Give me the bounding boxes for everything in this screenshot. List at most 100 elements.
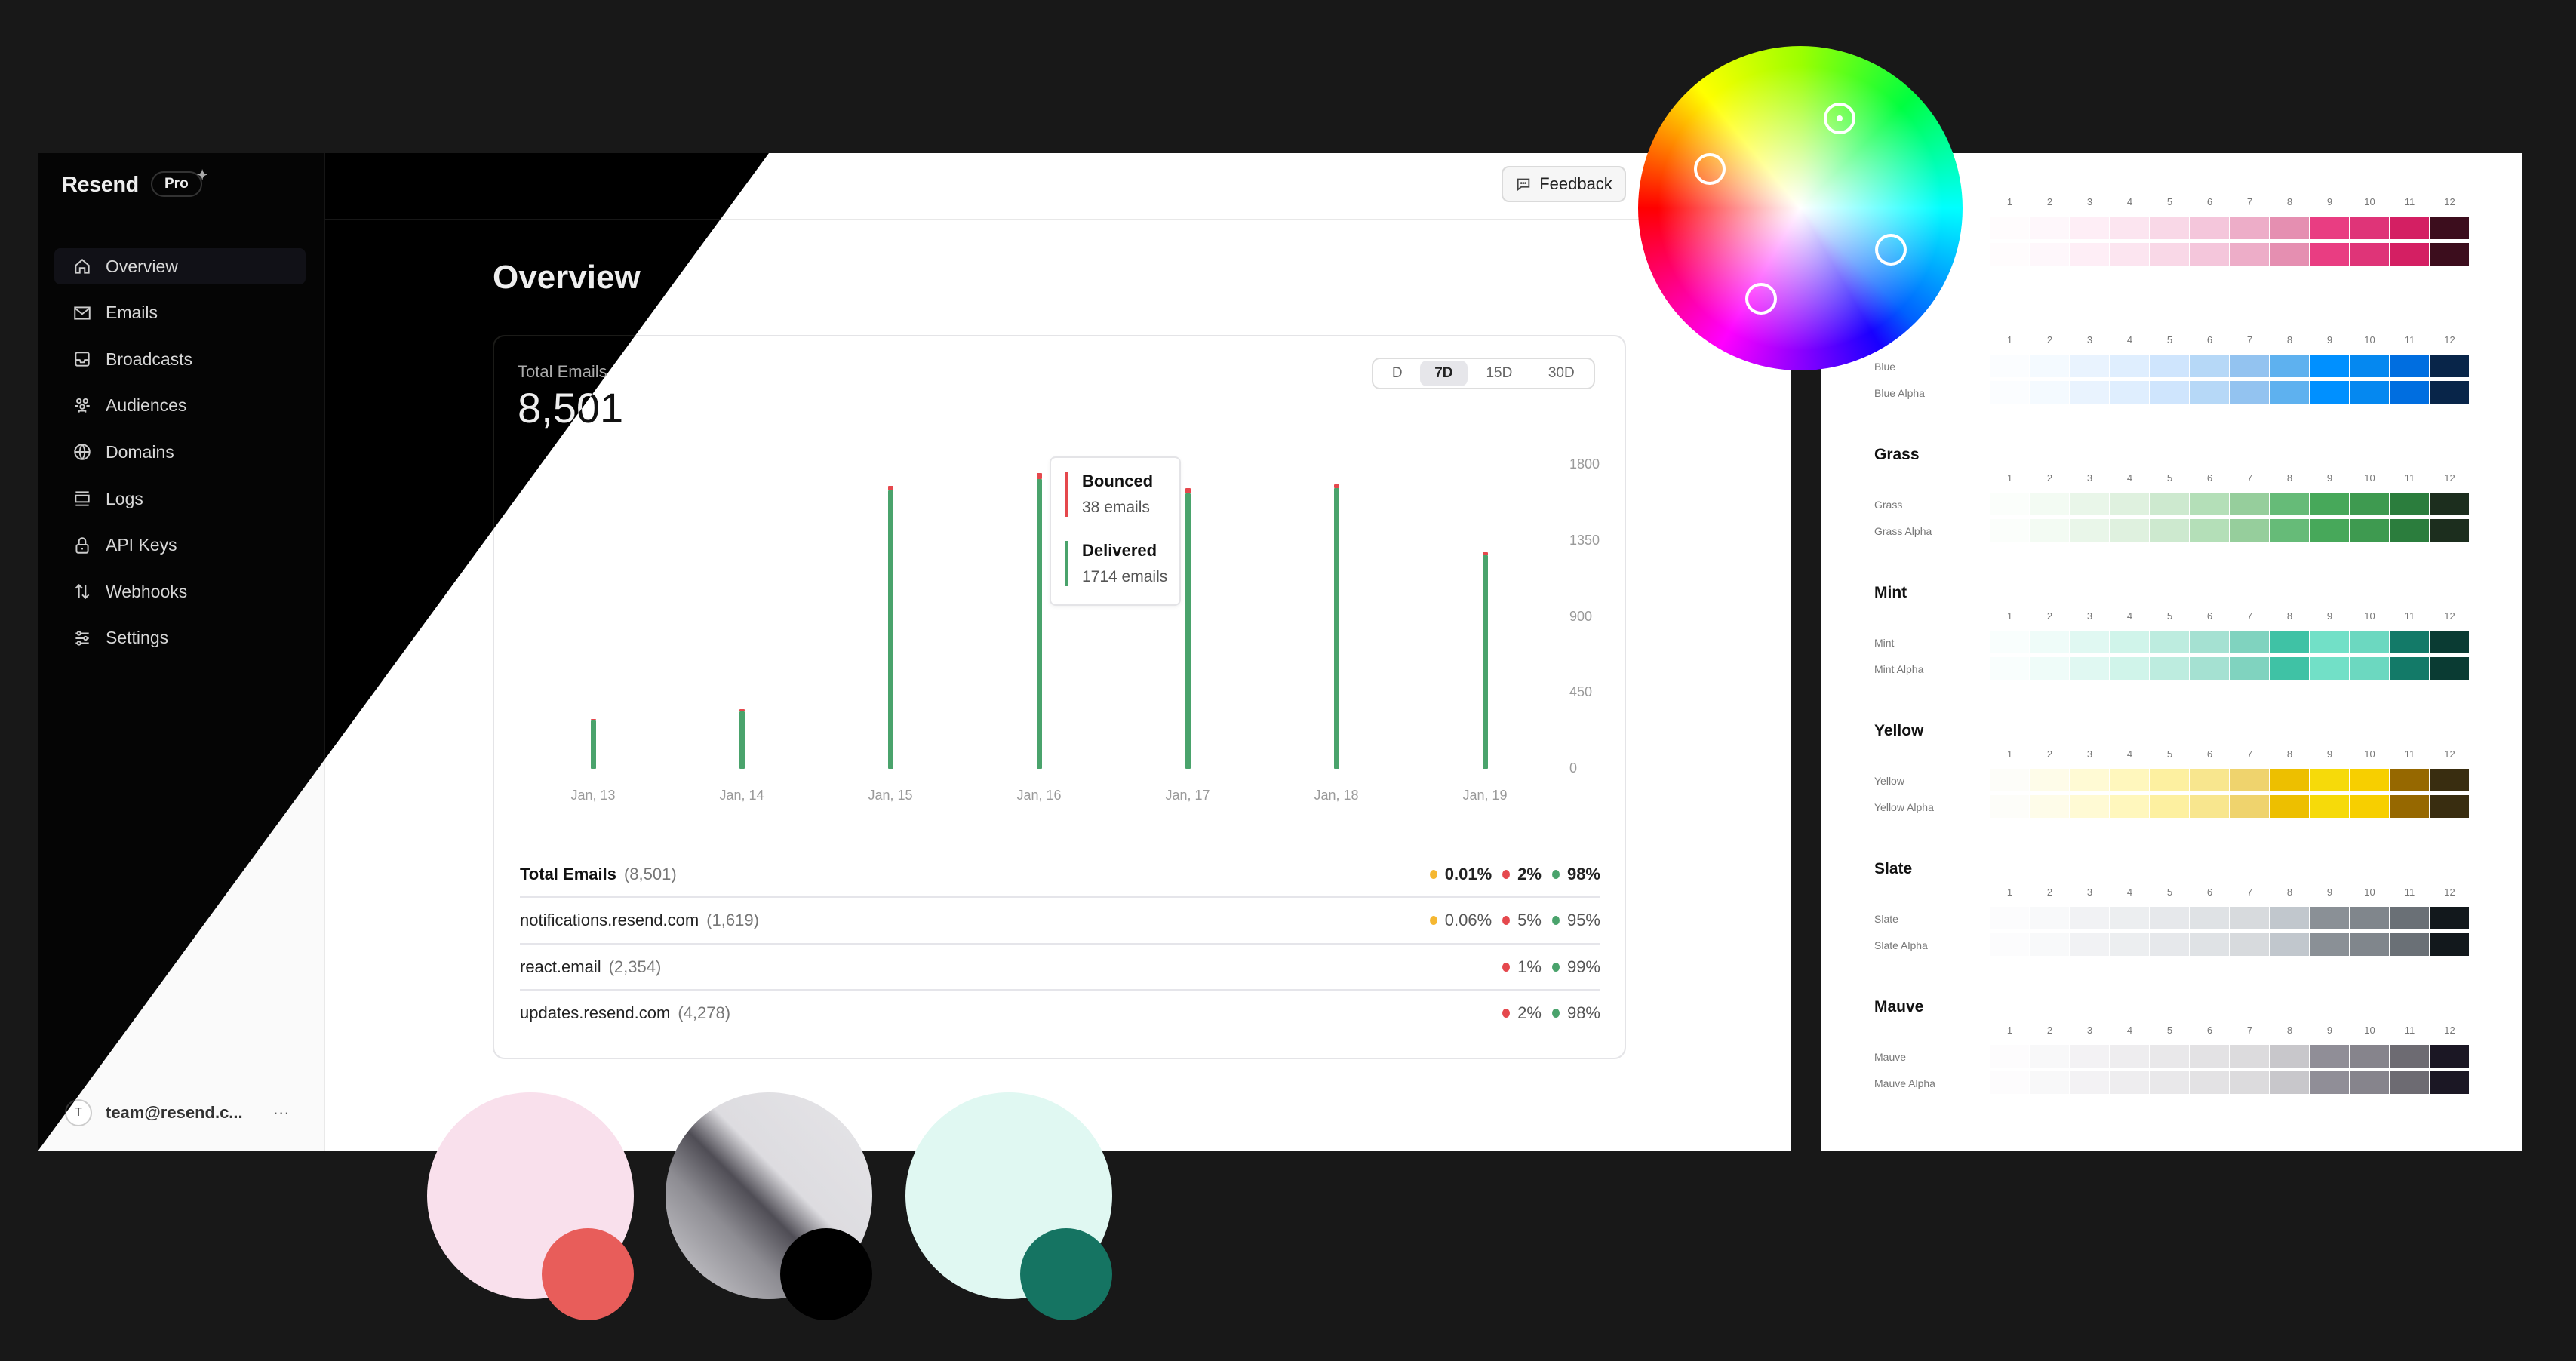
color-swatch[interactable]: [2110, 217, 2149, 239]
feedback-button[interactable]: Feedback: [1502, 166, 1626, 202]
color-swatch[interactable]: [2230, 933, 2269, 956]
color-swatch[interactable]: [2110, 1071, 2149, 1094]
color-swatch[interactable]: [2110, 381, 2149, 404]
color-swatch[interactable]: [2030, 381, 2069, 404]
color-swatch[interactable]: [2230, 217, 2269, 239]
bar-bounced[interactable]: [1037, 472, 1042, 480]
color-swatch[interactable]: [2270, 795, 2309, 818]
color-swatch[interactable]: [2030, 657, 2069, 680]
color-swatch[interactable]: [2390, 519, 2429, 542]
color-swatch[interactable]: [2350, 795, 2389, 818]
color-swatch[interactable]: [2430, 631, 2469, 653]
color-swatch[interactable]: [2430, 355, 2469, 377]
sidebar-item-audiences[interactable]: Audiences: [54, 388, 306, 424]
color-swatch[interactable]: [2390, 631, 2429, 653]
color-swatch[interactable]: [2390, 769, 2429, 791]
color-swatch[interactable]: [2070, 657, 2109, 680]
color-swatch[interactable]: [2150, 381, 2189, 404]
color-swatch[interactable]: [2070, 1045, 2109, 1068]
color-swatch[interactable]: [2030, 769, 2069, 791]
color-swatch[interactable]: [2390, 907, 2429, 929]
color-swatch[interactable]: [2350, 355, 2389, 377]
color-swatch[interactable]: [2270, 631, 2309, 653]
color-swatch[interactable]: [2030, 631, 2069, 653]
color-swatch[interactable]: [2270, 217, 2309, 239]
bar-bounced[interactable]: [1483, 551, 1488, 556]
color-swatch[interactable]: [2390, 217, 2429, 239]
color-swatch[interactable]: [2350, 631, 2389, 653]
color-swatch[interactable]: [2070, 355, 2109, 377]
color-swatch[interactable]: [2190, 1045, 2229, 1068]
color-swatch[interactable]: [2430, 1071, 2469, 1094]
color-swatch[interactable]: [2230, 381, 2269, 404]
color-swatch[interactable]: [1990, 355, 2029, 377]
color-swatch[interactable]: [1990, 933, 2029, 956]
color-swatch[interactable]: [1990, 1071, 2029, 1094]
color-swatch[interactable]: [1990, 519, 2029, 542]
color-swatch[interactable]: [2110, 907, 2149, 929]
color-swatch[interactable]: [2190, 657, 2229, 680]
sidebar-item-domains[interactable]: Domains: [54, 434, 306, 470]
color-swatch[interactable]: [2390, 1071, 2429, 1094]
table-row[interactable]: updates.resend.com (4,278) 2% 98%: [520, 991, 1600, 1037]
color-swatch[interactable]: [2310, 795, 2349, 818]
color-swatch[interactable]: [2230, 1071, 2269, 1094]
color-wheel[interactable]: [1638, 46, 1963, 370]
color-swatch[interactable]: [2390, 243, 2429, 266]
color-swatch[interactable]: [1990, 381, 2029, 404]
color-swatch[interactable]: [2110, 631, 2149, 653]
sidebar-item-api-keys[interactable]: API Keys: [54, 527, 306, 564]
color-swatch[interactable]: [2350, 243, 2389, 266]
color-swatch[interactable]: [2270, 355, 2309, 377]
color-swatch[interactable]: [2150, 631, 2189, 653]
table-row[interactable]: notifications.resend.com (1,619) 0.06% 5% 95…: [520, 898, 1600, 944]
bar-delivered[interactable]: [591, 720, 596, 769]
color-swatch[interactable]: [2030, 1071, 2069, 1094]
color-swatch[interactable]: [2350, 933, 2389, 956]
range-7d[interactable]: 7D: [1419, 361, 1468, 386]
color-swatch[interactable]: [2030, 355, 2069, 377]
color-swatch[interactable]: [2150, 907, 2189, 929]
color-swatch[interactable]: [2270, 381, 2309, 404]
color-swatch[interactable]: [2230, 769, 2269, 791]
color-swatch[interactable]: [2310, 657, 2349, 680]
color-swatch[interactable]: [2230, 493, 2269, 515]
color-handle[interactable]: [1875, 234, 1907, 266]
color-swatch[interactable]: [2110, 355, 2149, 377]
color-swatch[interactable]: [2390, 355, 2429, 377]
color-swatch[interactable]: [2430, 795, 2469, 818]
color-swatch[interactable]: [2150, 1071, 2189, 1094]
color-swatch[interactable]: [2070, 933, 2109, 956]
color-swatch[interactable]: [2270, 907, 2309, 929]
color-swatch[interactable]: [2430, 907, 2469, 929]
bar-bounced[interactable]: [888, 485, 893, 490]
color-swatch[interactable]: [2310, 493, 2349, 515]
color-swatch[interactable]: [2430, 1045, 2469, 1068]
range-d[interactable]: D: [1375, 361, 1420, 386]
color-swatch[interactable]: [2070, 217, 2109, 239]
sidebar-item-logs[interactable]: Logs: [54, 481, 306, 517]
color-swatch[interactable]: [2110, 795, 2149, 818]
color-swatch[interactable]: [2190, 355, 2229, 377]
color-swatch[interactable]: [2230, 519, 2269, 542]
bar-delivered[interactable]: [1037, 479, 1042, 769]
color-handle-active[interactable]: [1824, 103, 1855, 134]
color-swatch[interactable]: [2030, 243, 2069, 266]
color-swatch[interactable]: [2190, 631, 2229, 653]
color-swatch[interactable]: [1990, 795, 2029, 818]
color-swatch[interactable]: [2350, 519, 2389, 542]
color-swatch[interactable]: [2230, 657, 2269, 680]
color-swatch[interactable]: [2030, 795, 2069, 818]
color-swatch[interactable]: [2230, 907, 2269, 929]
color-swatch[interactable]: [2110, 519, 2149, 542]
color-swatch[interactable]: [2070, 493, 2109, 515]
sidebar-item-emails[interactable]: Emails: [54, 295, 306, 331]
color-swatch[interactable]: [2030, 519, 2069, 542]
color-swatch[interactable]: [2150, 657, 2189, 680]
color-swatch[interactable]: [2390, 657, 2429, 680]
color-swatch[interactable]: [2230, 355, 2269, 377]
color-swatch[interactable]: [2070, 243, 2109, 266]
bar-bounced[interactable]: [1185, 488, 1191, 494]
color-swatch[interactable]: [2190, 795, 2229, 818]
color-swatch[interactable]: [2270, 1045, 2309, 1068]
